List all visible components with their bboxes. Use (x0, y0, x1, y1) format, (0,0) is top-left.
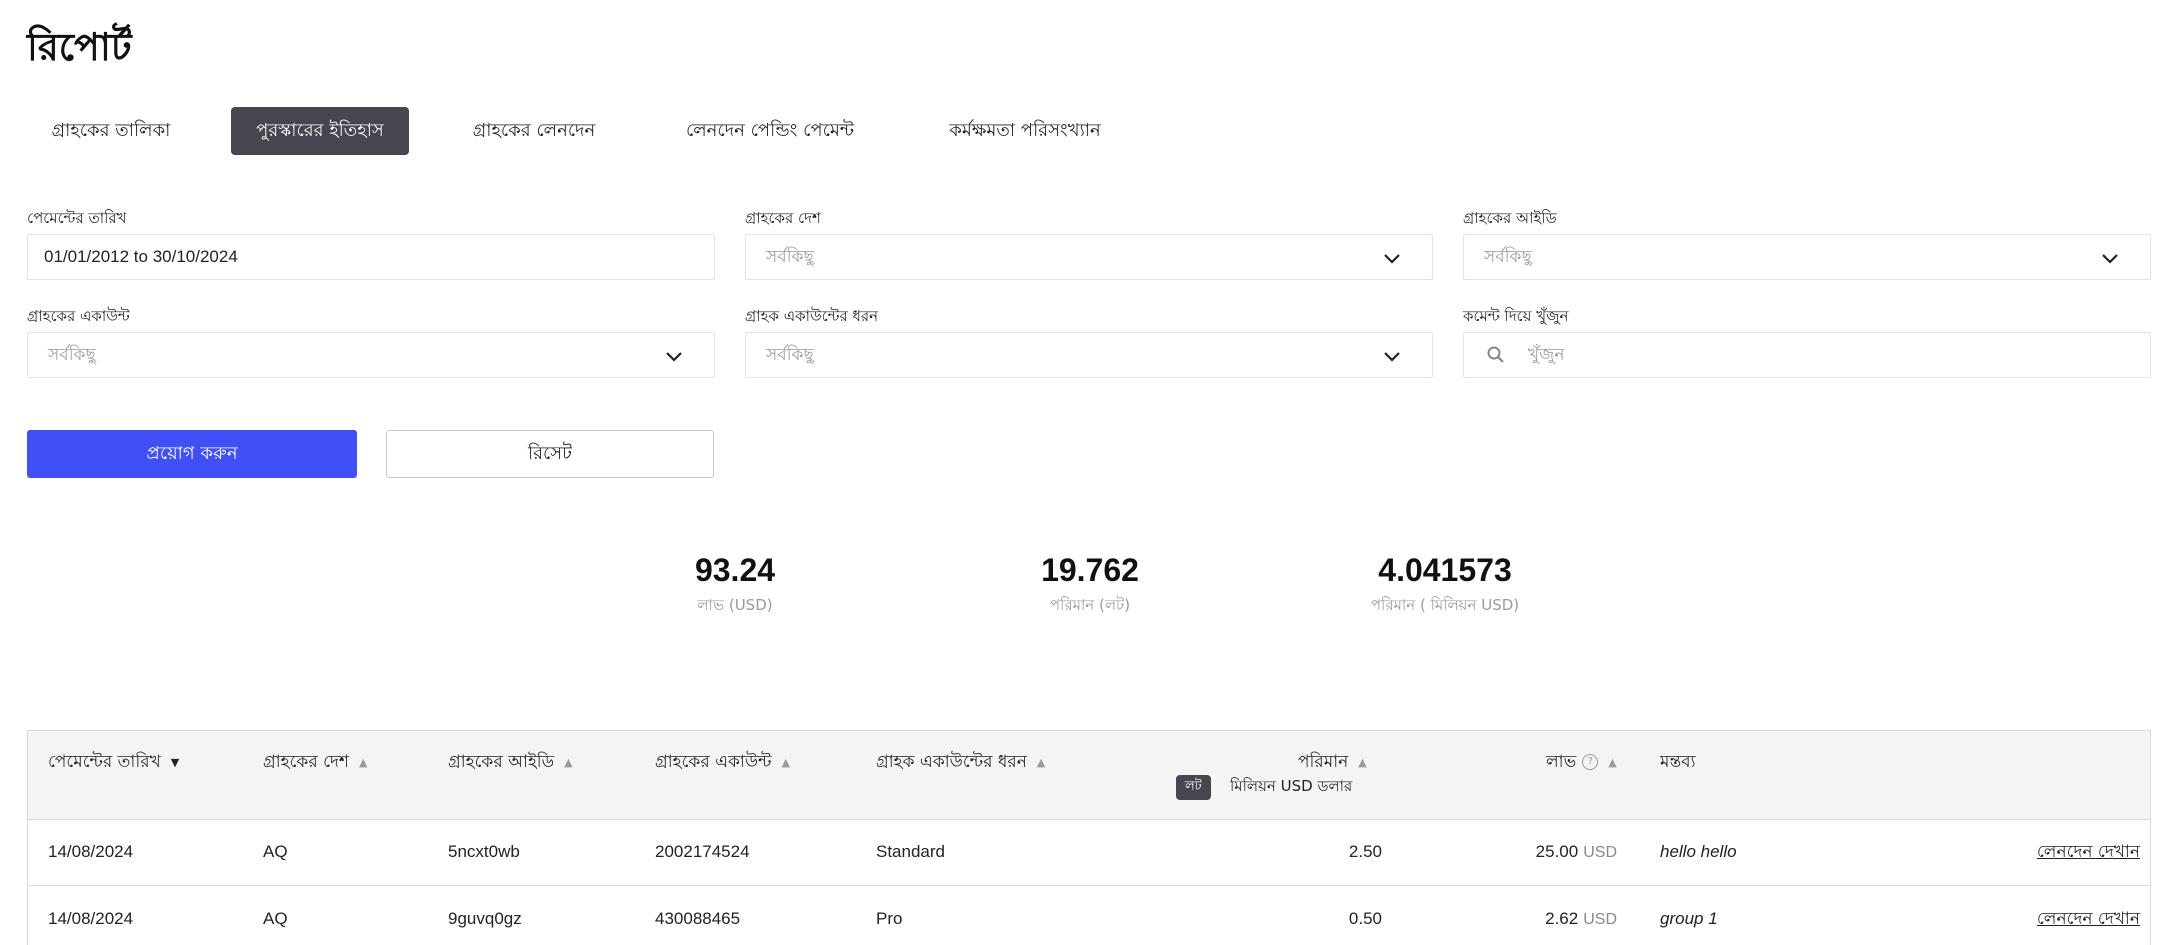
stat-profit-value: 93.24 (694, 552, 776, 588)
cell-country: AQ (263, 909, 288, 928)
cell-country: AQ (263, 842, 288, 861)
sort-asc-icon: ▲ (1036, 755, 1046, 769)
stat-volume-lot-label: পরিমান (লট) (1049, 596, 1131, 614)
cell-profit: 2.62 USD (1545, 909, 1617, 928)
table-row: 14/08/2024 AQ 9guvq0gz 430088465 Pro 0.5… (28, 886, 2150, 945)
stat-volume-musd-label: পরিমান ( মিলিয়ন USD) (1370, 596, 1520, 614)
client-account-select[interactable]: সর্বকিছু (27, 332, 715, 378)
client-country-label: গ্রাহকের দেশ (745, 209, 821, 227)
cell-date: 14/08/2024 (48, 842, 134, 861)
cell-volume: 2.50 (1348, 842, 1382, 861)
volume-musd-toggle[interactable]: মিলিয়ন USD ডলার (1230, 775, 1352, 800)
th-comment: মন্তব্য (1660, 752, 1696, 772)
sort-asc-icon: ▲ (564, 755, 573, 769)
cell-type: Pro (876, 909, 903, 928)
cell-volume: 0.50 (1348, 909, 1382, 928)
payment-date-field[interactable]: 01/01/2012 to 30/10/2024 (27, 234, 715, 280)
reset-button[interactable]: রিসেট (386, 430, 714, 478)
cell-profit: 25.00 USD (1535, 842, 1617, 861)
client-id-select[interactable]: সর্বকিছু (1463, 234, 2151, 280)
sort-asc-icon: ▲ (358, 755, 368, 769)
comment-search-placeholder: খুঁজুন (1528, 345, 1565, 365)
cell-client-id: 5ncxt0wb (448, 842, 520, 861)
apply-button[interactable]: প্রয়োগ করুন (27, 430, 357, 478)
client-account-label: গ্রাহকের একাউন্ট (27, 307, 130, 325)
sort-asc-icon: ▲ (781, 755, 790, 769)
volume-lot-toggle[interactable]: লট (1176, 775, 1211, 800)
page-title: রিপোর্ট (27, 25, 132, 69)
view-transactions-link[interactable]: লেনদেন দেখান (2037, 819, 2140, 885)
th-profit[interactable]: লাভ? ▲ (1546, 749, 1617, 777)
table-row: 14/08/2024 AQ 5ncxt0wb 2002174524 Standa… (28, 819, 2150, 886)
account-type-select[interactable]: সর্বকিছু (745, 332, 1433, 378)
cell-date: 14/08/2024 (48, 909, 134, 928)
tab-reward-history[interactable]: পুরস্কারের ইতিহাস (231, 107, 409, 155)
chevron-down-icon (666, 352, 682, 362)
client-country-select[interactable]: সর্বকিছু (745, 234, 1433, 280)
stat-volume-musd-value: 4.041573 (1378, 552, 1512, 588)
comment-search-label: কমেন্ট দিয়ে খুঁজুন (1463, 307, 1569, 325)
stat-volume-lot-value: 19.762 (1041, 552, 1139, 588)
view-transactions-link[interactable]: লেনদেন দেখান (2037, 886, 2140, 945)
th-account[interactable]: গ্রাহকের একাউন্ট ▲ (655, 749, 790, 777)
currency-label: USD (1583, 911, 1617, 928)
chevron-down-icon (2102, 254, 2118, 264)
payment-date-value: 01/01/2012 to 30/10/2024 (44, 247, 238, 266)
chevron-down-icon (1384, 352, 1400, 362)
payment-date-label: পেমেন্টের তারিখ (27, 209, 127, 227)
tab-client-list[interactable]: গ্রাহকের তালিকা (27, 107, 195, 155)
sort-asc-icon: ▲ (1358, 755, 1367, 769)
stat-profit-label: লাভ (USD) (697, 596, 773, 614)
account-type-placeholder: সর্বকিছু (766, 345, 814, 365)
client-country-placeholder: সর্বকিছু (766, 247, 814, 267)
currency-label: USD (1583, 844, 1617, 861)
sort-asc-icon: ▲ (1608, 755, 1617, 769)
reward-history-table: পেমেন্টের তারিখ ▼ গ্রাহকের দেশ ▲ গ্রাহকের … (27, 730, 2151, 945)
client-account-placeholder: সর্বকিছু (48, 345, 96, 365)
chevron-down-icon (1384, 254, 1400, 264)
th-account-type[interactable]: গ্রাহক একাউন্টের ধরন ▲ (876, 749, 1045, 777)
tab-performance-stats[interactable]: কর্মক্ষমতা পরিসংখ্যান (920, 107, 1130, 155)
th-volume[interactable]: পরিমান ▲ (1298, 749, 1367, 777)
tab-client-transactions[interactable]: গ্রাহকের লেনদেন (445, 107, 623, 155)
sort-desc-icon: ▼ (170, 755, 180, 769)
cell-type: Standard (876, 842, 945, 861)
th-country[interactable]: গ্রাহকের দেশ ▲ (263, 749, 367, 777)
th-payment-date[interactable]: পেমেন্টের তারিখ ▼ (48, 749, 179, 777)
help-icon[interactable]: ? (1582, 754, 1599, 770)
search-icon (1487, 346, 1504, 363)
tab-pending-payments[interactable]: লেনদেন পেন্ডিং পেমেন্ট (660, 107, 880, 155)
account-type-label: গ্রাহক একাউন্টের ধরন (745, 307, 879, 325)
cell-comment: group 1 (1660, 909, 1718, 928)
comment-search-input[interactable]: খুঁজুন (1463, 332, 2151, 378)
cell-account: 2002174524 (655, 842, 750, 861)
client-id-label: গ্রাহকের আইডি (1463, 209, 1557, 227)
th-client-id[interactable]: গ্রাহকের আইডি ▲ (448, 749, 573, 777)
cell-account: 430088465 (655, 909, 741, 928)
table-header: পেমেন্টের তারিখ ▼ গ্রাহকের দেশ ▲ গ্রাহকের … (28, 731, 2150, 820)
client-id-placeholder: সর্বকিছু (1484, 247, 1532, 267)
cell-client-id: 9guvq0gz (448, 909, 522, 928)
cell-comment: hello hello (1660, 842, 1737, 861)
